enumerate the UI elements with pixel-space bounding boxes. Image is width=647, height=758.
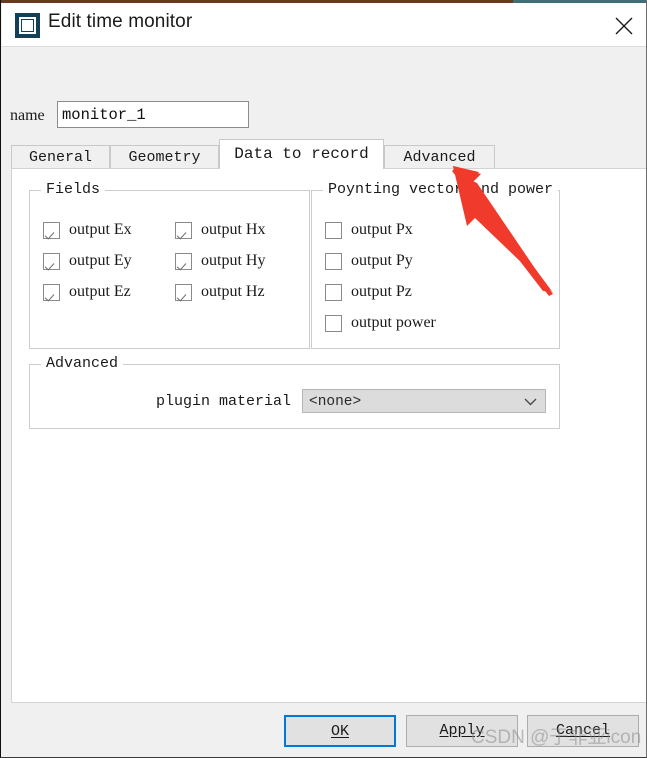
edit-time-monitor-dialog: Edit time monitor name General Geometry … — [0, 0, 647, 758]
ok-button[interactable]: OK — [284, 715, 396, 747]
fields-groupbox: Fields output Ex output Ey output Ez out… — [29, 181, 310, 349]
plugin-material-label: plugin material — [156, 393, 292, 410]
fields-group-title: Fields — [41, 181, 106, 198]
cancel-button[interactable]: Cancel — [527, 715, 639, 747]
dialog-body: name General Geometry Data to record Adv… — [2, 47, 646, 757]
checkbox-box-output-hz[interactable] — [175, 283, 192, 301]
checkbox-label-output-hx: output Hx — [201, 221, 266, 238]
checkbox-box-output-ey[interactable] — [43, 252, 60, 270]
advanced-groupbox: Advanced plugin material <none> — [29, 355, 560, 429]
checkbox-label-output-ez: output Ez — [69, 283, 131, 300]
poynting-group-title: Poynting vector and power — [323, 181, 559, 198]
plugin-material-value: <none> — [309, 394, 362, 410]
checkbox-label-output-power: output power — [351, 314, 436, 331]
apply-button[interactable]: Apply — [406, 715, 518, 747]
checkbox-output-hy[interactable]: output Hy — [175, 252, 265, 270]
checkbox-box-output-ez[interactable] — [43, 283, 60, 301]
checkbox-label-output-ey: output Ey — [69, 252, 132, 269]
name-input[interactable] — [57, 101, 249, 128]
checkbox-box-output-pz[interactable] — [325, 283, 342, 301]
plugin-material-dropdown[interactable]: <none> — [302, 389, 546, 413]
checkbox-box-output-power[interactable] — [325, 314, 342, 332]
checkbox-label-output-ex: output Ex — [69, 221, 132, 238]
checkbox-output-hx[interactable]: output Hx — [175, 221, 265, 239]
checkbox-box-output-px[interactable] — [325, 221, 342, 239]
checkbox-output-ex[interactable]: output Ex — [43, 221, 132, 239]
checkbox-output-pz[interactable]: output Pz — [325, 283, 412, 301]
tab-page-data-to-record: Fields output Ex output Ey output Ez out… — [11, 168, 646, 703]
checkbox-box-output-ex[interactable] — [43, 221, 60, 239]
checkbox-box-output-py[interactable] — [325, 252, 342, 270]
tab-advanced[interactable]: Advanced — [384, 145, 495, 169]
close-icon — [615, 17, 633, 35]
checkbox-output-ey[interactable]: output Ey — [43, 252, 132, 270]
checkbox-output-py[interactable]: output Py — [325, 252, 413, 270]
checkbox-box-output-hy[interactable] — [175, 252, 192, 270]
checkbox-label-output-pz: output Pz — [351, 283, 412, 300]
cancel-button-label: Cancel — [555, 722, 610, 739]
tab-geometry[interactable]: Geometry — [110, 145, 219, 169]
tab-general[interactable]: General — [11, 145, 110, 169]
close-button[interactable] — [601, 3, 646, 46]
checkbox-label-output-hz: output Hz — [201, 283, 265, 300]
apply-button-label: Apply — [439, 722, 485, 739]
tab-data-to-record[interactable]: Data to record — [219, 139, 384, 169]
checkbox-output-px[interactable]: output Px — [325, 221, 413, 239]
chevron-down-icon — [524, 398, 537, 406]
ok-button-label: OK — [330, 723, 349, 740]
checkbox-label-output-hy: output Hy — [201, 252, 266, 269]
checkbox-label-output-px: output Px — [351, 221, 413, 238]
window-title: Edit time monitor — [48, 11, 193, 32]
poynting-groupbox: Poynting vector and power output Px outp… — [311, 181, 560, 349]
app-icon-center — [22, 20, 33, 31]
checkbox-label-output-py: output Py — [351, 252, 413, 269]
name-label: name — [10, 107, 45, 124]
checkbox-box-output-hx[interactable] — [175, 221, 192, 239]
checkbox-output-hz[interactable]: output Hz — [175, 283, 265, 301]
checkbox-output-power[interactable]: output power — [325, 314, 436, 332]
checkbox-output-ez[interactable]: output Ez — [43, 283, 131, 301]
app-monitor-icon — [15, 13, 40, 38]
title-bar: Edit time monitor — [2, 3, 646, 47]
advanced-group-title: Advanced — [41, 355, 124, 372]
